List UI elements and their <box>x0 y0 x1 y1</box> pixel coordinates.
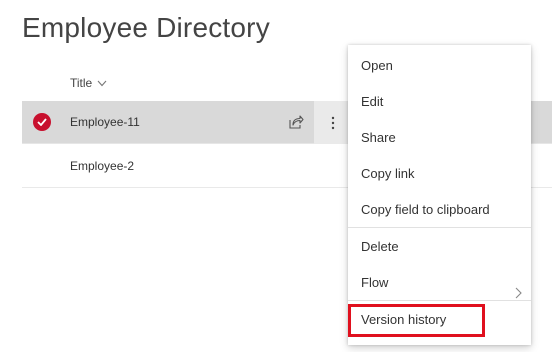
menu-item-copy-link[interactable]: Copy link <box>348 156 531 192</box>
column-header-title[interactable]: Title <box>70 76 107 90</box>
menu-item-edit[interactable]: Edit <box>348 84 531 120</box>
menu-item-flow-label: Flow <box>361 275 389 290</box>
menu-item-share[interactable]: Share <box>348 120 531 156</box>
page-title: Employee Directory <box>22 12 270 43</box>
more-vertical-icon[interactable] <box>314 101 352 144</box>
context-menu: Open Edit Share Copy link Copy field to … <box>348 45 531 345</box>
menu-item-delete[interactable]: Delete <box>348 229 531 265</box>
page: Employee Directory Title Employee-11 Emp… <box>0 0 552 352</box>
menu-item-copy-field[interactable]: Copy field to clipboard <box>348 192 531 228</box>
menu-item-open[interactable]: Open <box>348 48 531 84</box>
checkmark-icon[interactable] <box>33 113 51 131</box>
column-header-label: Title <box>70 76 93 90</box>
menu-item-version-history[interactable]: Version history <box>348 302 531 338</box>
row-title[interactable]: Employee-11 <box>70 115 140 129</box>
chevron-right-icon <box>513 277 523 299</box>
chevron-down-icon <box>97 80 107 87</box>
menu-divider <box>348 227 531 228</box>
menu-item-flow[interactable]: Flow <box>348 265 531 301</box>
share-icon[interactable] <box>288 114 304 130</box>
row-title[interactable]: Employee-2 <box>70 159 134 173</box>
menu-divider <box>348 300 531 301</box>
